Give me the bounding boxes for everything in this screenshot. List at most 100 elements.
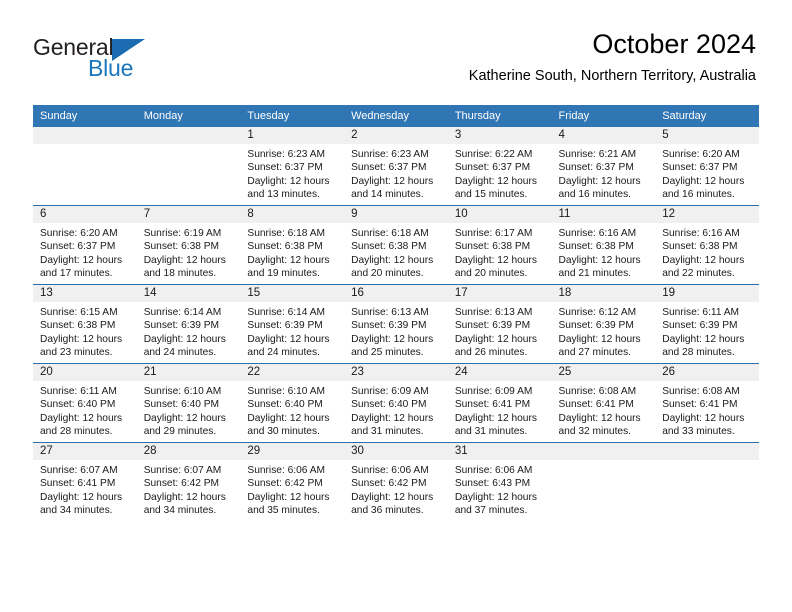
- weekday-header-wednesday: Wednesday: [344, 105, 448, 127]
- calendar-week-row: 13 Sunrise: 6:15 AM Sunset: 6:38 PM Dayligh…: [33, 284, 759, 364]
- sunset-text: Sunset: 6:38 PM: [351, 241, 427, 253]
- sunrise-text: Sunrise: 6:18 AM: [351, 228, 429, 239]
- calendar-day-cell[interactable]: 25 Sunrise: 6:08 AM Sunset: 6:41 PM Dayligh…: [551, 363, 656, 443]
- calendar-day-cell[interactable]: 17 Sunrise: 6:13 AM Sunset: 6:39 PM Dayligh…: [447, 284, 552, 364]
- calendar-day-cell[interactable]: 26 Sunrise: 6:08 AM Sunset: 6:41 PM Dayligh…: [655, 363, 759, 443]
- sunrise-text: Sunrise: 6:06 AM: [351, 465, 429, 476]
- calendar-day-cell[interactable]: 16 Sunrise: 6:13 AM Sunset: 6:39 PM Dayligh…: [344, 284, 448, 364]
- sunset-text: Sunset: 6:39 PM: [351, 320, 427, 332]
- day-number: 19: [655, 285, 759, 302]
- day-number: [551, 443, 656, 460]
- sunset-text: Sunset: 6:38 PM: [454, 241, 531, 253]
- page-title: October 2024: [592, 29, 756, 59]
- day-details: [552, 460, 656, 464]
- sunset-text: Sunset: 6:41 PM: [40, 478, 116, 490]
- calendar-day-cell[interactable]: 20 Sunrise: 6:11 AM Sunset: 6:40 PM Dayligh…: [33, 363, 137, 443]
- calendar-body: 1 Sunrise: 6:23 AM Sunset: 6:37 PM Daylight…: [33, 127, 759, 521]
- weekday-header-sunday: Sunday: [33, 105, 137, 127]
- calendar-day-cell[interactable]: 18 Sunrise: 6:12 AM Sunset: 6:39 PM Dayligh…: [551, 284, 656, 364]
- calendar-day-cell[interactable]: 15 Sunrise: 6:14 AM Sunset: 6:39 PM Dayligh…: [240, 284, 345, 364]
- day-details: Sunrise: 6:08 AM Sunset: 6:41 PM Daylight:…: [655, 381, 759, 439]
- calendar-day-cell[interactable]: 10 Sunrise: 6:17 AM Sunset: 6:38 PM Dayligh…: [447, 205, 552, 285]
- daylight-text-line2: and 18 minutes.: [143, 268, 217, 280]
- sunrise-text: Sunrise: 6:13 AM: [351, 307, 429, 318]
- day-details: Sunrise: 6:22 AM Sunset: 6:37 PM Daylight:…: [448, 144, 552, 202]
- sunset-text: Sunset: 6:42 PM: [143, 478, 220, 490]
- calendar-grid: Sunday Monday Tuesday Wednesday Thursday…: [33, 105, 759, 521]
- calendar-day-cell[interactable]: 3 Sunrise: 6:22 AM Sunset: 6:37 PM Daylight…: [447, 127, 552, 206]
- sunset-text: Sunset: 6:39 PM: [247, 320, 323, 332]
- daylight-text-line1: Daylight: 12 hours: [143, 412, 226, 424]
- daylight-text-line1: Daylight: 12 hours: [558, 412, 641, 424]
- day-number: 7: [136, 206, 241, 223]
- day-number: [136, 127, 241, 144]
- sunrise-text: Sunrise: 6:09 AM: [351, 386, 429, 397]
- calendar-day-cell-empty: [33, 127, 137, 206]
- calendar-header-row: Sunday Monday Tuesday Wednesday Thursday…: [33, 105, 759, 127]
- calendar-day-cell[interactable]: 19 Sunrise: 6:11 AM Sunset: 6:39 PM Dayligh…: [655, 284, 759, 364]
- sunset-text: Sunset: 6:37 PM: [558, 162, 634, 174]
- calendar-day-cell[interactable]: 14 Sunrise: 6:14 AM Sunset: 6:39 PM Dayligh…: [136, 284, 241, 364]
- day-number: 11: [551, 206, 656, 223]
- daylight-text-line2: and 33 minutes.: [662, 426, 735, 438]
- calendar-week-row: 1 Sunrise: 6:23 AM Sunset: 6:37 PM Daylight…: [33, 127, 759, 206]
- sunset-text: Sunset: 6:40 PM: [351, 399, 427, 411]
- calendar-day-cell[interactable]: 27 Sunrise: 6:07 AM Sunset: 6:41 PM Dayligh…: [33, 442, 137, 521]
- sunset-text: Sunset: 6:38 PM: [40, 320, 116, 332]
- day-details: Sunrise: 6:06 AM Sunset: 6:42 PM Daylight:…: [240, 460, 344, 518]
- calendar-day-cell[interactable]: 8 Sunrise: 6:18 AM Sunset: 6:38 PM Daylight…: [240, 205, 345, 285]
- daylight-text-line2: and 25 minutes.: [351, 347, 424, 359]
- calendar-day-cell[interactable]: 13 Sunrise: 6:15 AM Sunset: 6:38 PM Dayligh…: [33, 284, 137, 364]
- calendar-day-cell-empty: [551, 442, 656, 521]
- daylight-text-line1: Daylight: 12 hours: [40, 254, 123, 266]
- daylight-text-line2: and 28 minutes.: [40, 426, 113, 438]
- calendar-day-cell[interactable]: 5 Sunrise: 6:20 AM Sunset: 6:37 PM Daylight…: [655, 127, 759, 206]
- day-number: 22: [240, 364, 345, 381]
- daylight-text-line1: Daylight: 12 hours: [662, 333, 745, 345]
- calendar-day-cell[interactable]: 21 Sunrise: 6:10 AM Sunset: 6:40 PM Dayligh…: [136, 363, 241, 443]
- calendar-day-cell[interactable]: 9 Sunrise: 6:18 AM Sunset: 6:38 PM Daylight…: [344, 205, 448, 285]
- daylight-text-line1: Daylight: 12 hours: [143, 333, 226, 345]
- weekday-header-thursday: Thursday: [447, 105, 552, 127]
- day-details: Sunrise: 6:19 AM Sunset: 6:38 PM Daylight:…: [137, 223, 241, 281]
- calendar-day-cell[interactable]: 29 Sunrise: 6:06 AM Sunset: 6:42 PM Dayligh…: [240, 442, 345, 521]
- calendar-day-cell[interactable]: 6 Sunrise: 6:20 AM Sunset: 6:37 PM Daylight…: [33, 205, 137, 285]
- calendar-day-cell[interactable]: 30 Sunrise: 6:06 AM Sunset: 6:42 PM Dayligh…: [344, 442, 448, 521]
- day-details: Sunrise: 6:23 AM Sunset: 6:37 PM Daylight:…: [240, 144, 344, 202]
- daylight-text-line2: and 20 minutes.: [454, 268, 528, 280]
- calendar-page: General Blue October 2024 Katherine Sout…: [0, 0, 792, 612]
- calendar-day-cell[interactable]: 7 Sunrise: 6:19 AM Sunset: 6:38 PM Daylight…: [136, 205, 241, 285]
- daylight-text-line1: Daylight: 12 hours: [454, 175, 537, 187]
- calendar-day-cell[interactable]: 12 Sunrise: 6:16 AM Sunset: 6:38 PM Dayligh…: [655, 205, 759, 285]
- sunrise-text: Sunrise: 6:20 AM: [662, 149, 740, 160]
- daylight-text-line2: and 35 minutes.: [247, 505, 320, 517]
- calendar-day-cell[interactable]: 22 Sunrise: 6:10 AM Sunset: 6:40 PM Dayligh…: [240, 363, 345, 443]
- general-blue-logo[interactable]: General Blue: [33, 34, 213, 86]
- daylight-text-line1: Daylight: 12 hours: [247, 254, 330, 266]
- weekday-header-monday: Monday: [136, 105, 241, 127]
- day-number: [33, 127, 137, 144]
- calendar-day-cell[interactable]: 23 Sunrise: 6:09 AM Sunset: 6:40 PM Dayligh…: [344, 363, 448, 443]
- calendar-day-cell[interactable]: 2 Sunrise: 6:23 AM Sunset: 6:37 PM Daylight…: [344, 127, 448, 206]
- sunset-text: Sunset: 6:38 PM: [662, 241, 738, 253]
- calendar-day-cell[interactable]: 24 Sunrise: 6:09 AM Sunset: 6:41 PM Dayligh…: [447, 363, 552, 443]
- calendar-day-cell[interactable]: 28 Sunrise: 6:07 AM Sunset: 6:42 PM Dayligh…: [136, 442, 241, 521]
- daylight-text-line2: and 16 minutes.: [662, 189, 735, 201]
- calendar-day-cell[interactable]: 4 Sunrise: 6:21 AM Sunset: 6:37 PM Daylight…: [551, 127, 656, 206]
- sunrise-text: Sunrise: 6:08 AM: [558, 386, 637, 397]
- day-number: 4: [551, 127, 656, 144]
- calendar-day-cell[interactable]: 11 Sunrise: 6:16 AM Sunset: 6:38 PM Dayligh…: [551, 205, 656, 285]
- sunset-text: Sunset: 6:39 PM: [558, 320, 634, 332]
- sunrise-text: Sunrise: 6:19 AM: [143, 228, 222, 239]
- sunset-text: Sunset: 6:40 PM: [143, 399, 220, 411]
- calendar-day-cell[interactable]: 1 Sunrise: 6:23 AM Sunset: 6:37 PM Daylight…: [240, 127, 345, 206]
- day-details: Sunrise: 6:12 AM Sunset: 6:39 PM Daylight:…: [552, 302, 656, 360]
- day-number: 29: [240, 443, 345, 460]
- calendar-day-cell[interactable]: 31 Sunrise: 6:06 AM Sunset: 6:43 PM Dayligh…: [447, 442, 552, 521]
- day-number: 8: [240, 206, 345, 223]
- daylight-text-line2: and 37 minutes.: [454, 505, 528, 517]
- daylight-text-line1: Daylight: 12 hours: [40, 412, 123, 424]
- day-number: 16: [344, 285, 448, 302]
- calendar-day-cell-empty: [655, 442, 759, 521]
- sunrise-text: Sunrise: 6:11 AM: [40, 386, 117, 397]
